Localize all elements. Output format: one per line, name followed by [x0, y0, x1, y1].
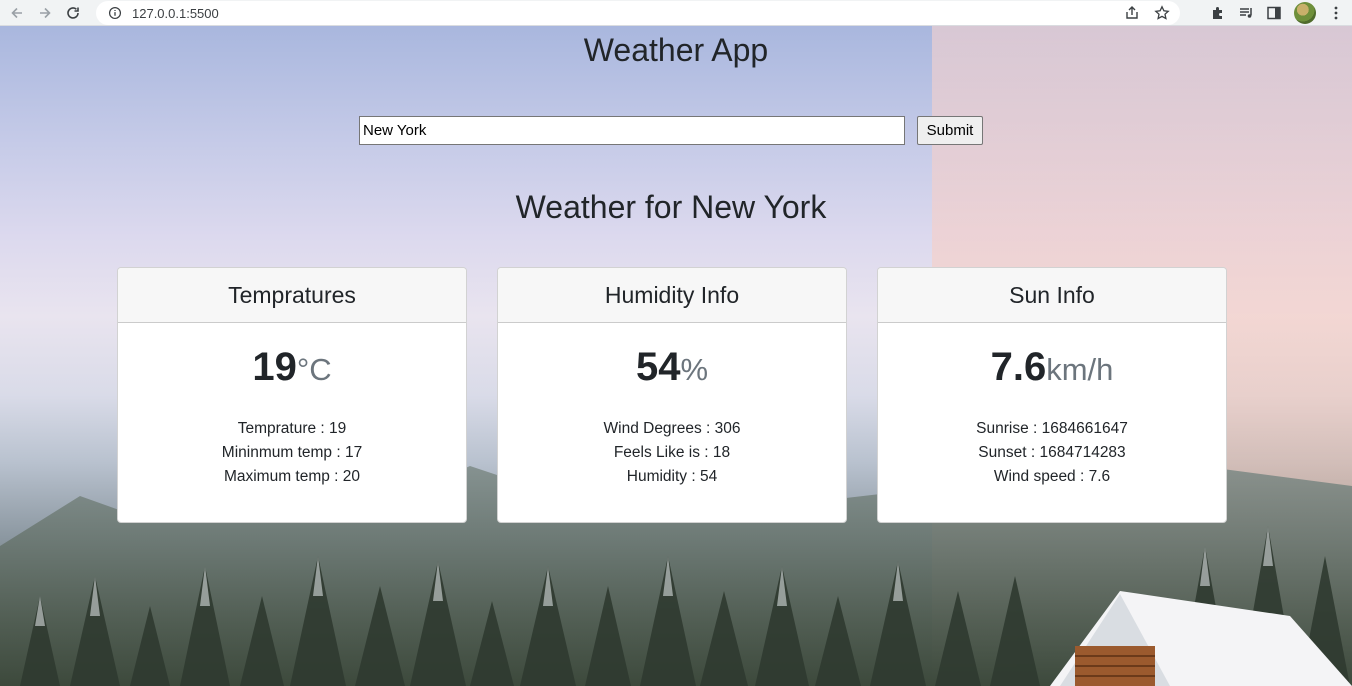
detail-list: Temprature : 19 Mininmum temp : 17 Maxim…: [118, 417, 466, 489]
detail-line: Wind Degrees : 306: [603, 420, 741, 437]
temperature-value: 19 °C: [118, 345, 466, 393]
extensions-icon[interactable]: [1210, 5, 1226, 21]
detail-list: Sunrise : 1684661647 Sunset : 1684714283…: [878, 417, 1226, 489]
media-icon[interactable]: [1238, 5, 1254, 21]
profile-avatar[interactable]: [1294, 2, 1316, 24]
city-search-input[interactable]: [359, 116, 905, 145]
weather-heading: Weather for New York: [515, 189, 827, 225]
sidepanel-icon[interactable]: [1266, 5, 1282, 21]
cabin-image: [1050, 591, 1352, 686]
value-unit: km/h: [1046, 352, 1114, 387]
card-header: Tempratures: [118, 268, 466, 323]
detail-line: Mininmum temp : 17: [221, 444, 363, 461]
wind-speed-value: 7.6 km/h: [878, 345, 1226, 393]
detail-line: Maximum temp : 20: [223, 468, 361, 485]
detail-line: Sunset : 1684714283: [978, 444, 1126, 461]
page-background: Weather App Submit Weather for New York …: [0, 26, 1352, 686]
value-number: 19: [252, 345, 297, 389]
detail-line: Sunrise : 1684661647: [976, 420, 1128, 437]
card-header: Sun Info: [878, 268, 1226, 323]
address-bar[interactable]: 127.0.0.1:5500: [96, 1, 1180, 25]
card-header: Humidity Info: [498, 268, 846, 323]
value-number: 7.6: [990, 345, 1047, 389]
sun-info-card: Sun Info 7.6 km/h Sunrise : 1684661647 Su…: [877, 267, 1227, 523]
humidity-value: 54%: [498, 345, 846, 393]
more-icon[interactable]: [1328, 5, 1344, 21]
temperatures-card: Tempratures 19 °C Temprature : 19 Mininmu…: [117, 267, 467, 523]
star-icon[interactable]: [1154, 5, 1170, 21]
browser-toolbar: 127.0.0.1:5500: [0, 0, 1352, 26]
detail-line: Feels Like is : 18: [613, 444, 731, 461]
card-body: 7.6 km/h Sunrise : 1684661647 Sunset : 16…: [878, 345, 1226, 489]
page-title: Weather App: [583, 32, 769, 68]
humidity-card: Humidity Info 54% Wind Degrees : 306 Fee…: [497, 267, 847, 523]
card-body: 54% Wind Degrees : 306 Feels Like is : 1…: [498, 345, 846, 489]
card-body: 19 °C Temprature : 19 Mininmum temp : 17 …: [118, 345, 466, 489]
detail-list: Wind Degrees : 306 Feels Like is : 18 Hu…: [498, 417, 846, 489]
info-icon[interactable]: [108, 6, 122, 20]
detail-line: Temprature : 19: [237, 420, 347, 437]
detail-line: Humidity : 54: [626, 468, 718, 485]
value-unit: °C: [296, 352, 332, 387]
share-icon[interactable]: [1124, 5, 1140, 21]
submit-button[interactable]: Submit: [917, 116, 983, 145]
value-unit: %: [680, 352, 709, 387]
back-arrow-icon[interactable]: [6, 2, 28, 24]
detail-line: Wind speed : 7.6: [993, 468, 1111, 485]
forward-arrow-icon[interactable]: [34, 2, 56, 24]
reload-icon[interactable]: [62, 2, 84, 24]
url-text: 127.0.0.1:5500: [132, 5, 219, 21]
value-number: 54: [635, 345, 681, 389]
